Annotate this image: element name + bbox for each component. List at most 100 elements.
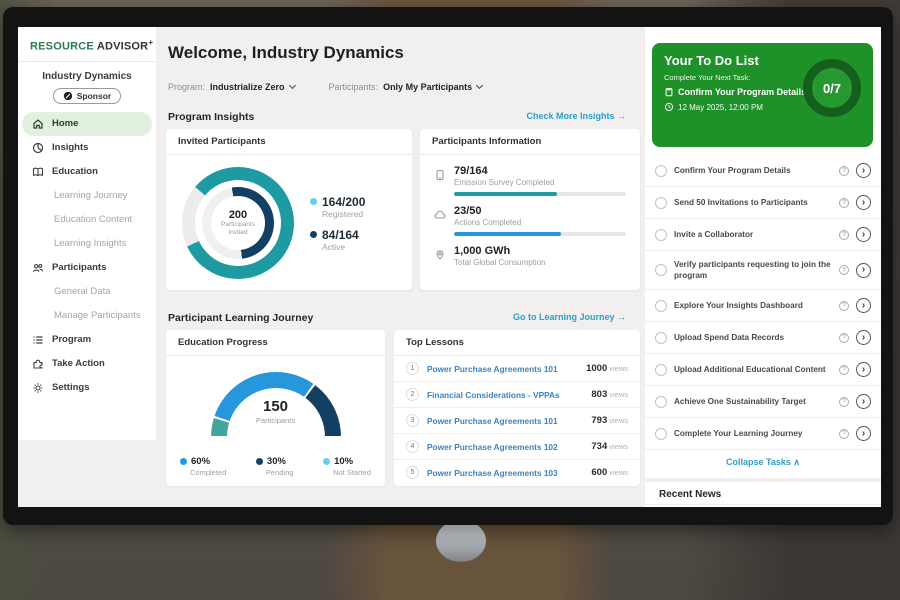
invited-chart-body: 200 Participants Invited 164/200 Registe… (166, 155, 412, 289)
task-row[interactable]: Confirm Your Program Details ? › (645, 155, 881, 187)
sidebar-item-learning-insights[interactable]: Learning Insights (18, 232, 156, 256)
views-suffix: views (609, 390, 628, 399)
task-label: Invite a Collaborator (674, 229, 832, 240)
task-checkbox[interactable] (655, 264, 667, 276)
program-dropdown-label: Program: (168, 82, 205, 92)
sidebar-item-insights[interactable]: Insights (18, 136, 156, 160)
views-suffix: views (609, 468, 628, 477)
task-label: Complete Your Learning Journey (674, 428, 832, 439)
task-checkbox[interactable] (655, 428, 667, 440)
task-row[interactable]: Upload Additional Educational Content ? … (645, 354, 881, 386)
chevron-right-icon[interactable]: › (856, 263, 871, 278)
sponsor-badge[interactable]: Sponsor (53, 88, 121, 104)
collapse-tasks-link[interactable]: Collapse Tasks ∧ (645, 450, 881, 477)
sidebar-item-general-data[interactable]: General Data (18, 280, 156, 304)
logo-plus: + (148, 38, 153, 47)
education-progress-card: Education Progress 150 Participants 60% … (166, 330, 385, 486)
arrow-right-icon: → (617, 111, 626, 121)
lesson-rank: 5 (406, 466, 419, 479)
lesson-link[interactable]: Financial Considerations - VPPAs (427, 390, 583, 400)
task-row[interactable]: Upload Spend Data Records ? › (645, 322, 881, 354)
dashboard-screen: RESOURCE ADVISOR+ Industry Dynamics Spon… (18, 27, 881, 507)
task-row[interactable]: Verify participants requesting to join t… (645, 251, 881, 290)
sidebar-item-label: Education (52, 166, 98, 177)
sidebar-item-education-content[interactable]: Education Content (18, 208, 156, 232)
app-logo: RESOURCE ADVISOR+ (18, 27, 156, 62)
sidebar-item-label: Manage Participants (54, 310, 141, 321)
chevron-right-icon[interactable]: › (856, 227, 871, 242)
sidebar-item-participants[interactable]: Participants (18, 256, 156, 280)
task-checkbox[interactable] (655, 165, 667, 177)
check-more-insights-link[interactable]: Check More Insights → (526, 111, 626, 121)
info-icon[interactable]: ? (839, 429, 849, 439)
lesson-link[interactable]: Power Purchase Agreements 101 (427, 364, 578, 374)
logo-resource: RESOURCE (30, 41, 94, 53)
card-title: Top Lessons (394, 330, 640, 356)
program-icon (32, 334, 44, 346)
chevron-right-icon[interactable]: › (856, 298, 871, 313)
todo-next-task-label: Confirm Your Program Details (678, 87, 806, 97)
info-icon[interactable]: ? (839, 166, 849, 176)
lesson-rank: 1 (406, 362, 419, 375)
task-row[interactable]: Explore Your Insights Dashboard ? › (645, 290, 881, 322)
task-row[interactable]: Invite a Collaborator ? › (645, 219, 881, 251)
task-row[interactable]: Achieve One Sustainability Target ? › (645, 386, 881, 418)
sidebar-item-home[interactable]: Home (22, 112, 152, 136)
task-row[interactable]: Complete Your Learning Journey ? › (645, 418, 881, 450)
lesson-link[interactable]: Power Purchase Agreements 102 (427, 442, 583, 452)
participants-info-body: 79/164 Emission Survey Completed 23/50 A… (420, 155, 640, 286)
chevron-right-icon[interactable]: › (856, 362, 871, 377)
lesson-views: 600 (591, 467, 607, 478)
task-checkbox[interactable] (655, 364, 667, 376)
sidebar-item-label: Program (52, 334, 91, 345)
lesson-views: 803 (591, 389, 607, 400)
task-checkbox[interactable] (655, 197, 667, 209)
card-title: Invited Participants (166, 129, 412, 155)
participants-dropdown[interactable]: Participants: Only My Participants (329, 82, 483, 92)
program-dropdown[interactable]: Program: Industrialize Zero (168, 82, 295, 92)
active-label: Active (322, 242, 365, 252)
chevron-right-icon[interactable]: › (856, 163, 871, 178)
sidebar-nav: Home Insights Education Learning Journey… (18, 112, 156, 400)
chevron-right-icon[interactable]: › (856, 195, 871, 210)
participants-icon (32, 262, 44, 274)
info-icon[interactable]: ? (839, 397, 849, 407)
info-icon[interactable]: ? (839, 265, 849, 275)
info-icon[interactable]: ? (839, 230, 849, 240)
gauge-total: 150 (211, 398, 341, 415)
todo-progress-value: 0/7 (823, 81, 841, 96)
info-icon[interactable]: ? (839, 333, 849, 343)
lesson-link[interactable]: Power Purchase Agreements 103 (427, 468, 583, 478)
page-title: Welcome, Industry Dynamics (168, 43, 404, 63)
program-insights-title: Program Insights (168, 111, 254, 123)
lesson-link[interactable]: Power Purchase Agreements 101 (427, 416, 583, 426)
info-icon[interactable]: ? (839, 301, 849, 311)
sidebar-item-program[interactable]: Program (18, 328, 156, 352)
chevron-right-icon[interactable]: › (856, 394, 871, 409)
lesson-row: 1 Power Purchase Agreements 101 1000view… (394, 356, 640, 382)
sidebar-item-education[interactable]: Education (18, 160, 156, 184)
arrow-right-icon: → (617, 312, 626, 322)
task-checkbox[interactable] (655, 229, 667, 241)
task-row[interactable]: Send 50 Invitations to Participants ? › (645, 187, 881, 219)
sidebar-item-settings[interactable]: Settings (18, 376, 156, 400)
go-to-learning-journey-link[interactable]: Go to Learning Journey → (513, 312, 626, 322)
lesson-row: 5 Power Purchase Agreements 103 600views (394, 460, 640, 485)
info-icon[interactable]: ? (839, 198, 849, 208)
sidebar-item-manage-participants[interactable]: Manage Participants (18, 304, 156, 328)
todo-task-list: Confirm Your Program Details ? › Send 50… (645, 155, 881, 450)
chevron-right-icon[interactable]: › (856, 330, 871, 345)
task-checkbox[interactable] (655, 300, 667, 312)
legend-registered: 164/200 Registered (310, 195, 365, 219)
task-checkbox[interactable] (655, 396, 667, 408)
info-icon[interactable]: ? (839, 365, 849, 375)
gauge-legend: 60% Completed 30% Pending 10% Not Starte… (166, 442, 385, 477)
sidebar-item-take-action[interactable]: Take Action (18, 352, 156, 376)
active-value: 84/164 (322, 228, 359, 242)
chevron-right-icon[interactable]: › (856, 426, 871, 441)
pending-label: Pending (266, 468, 294, 477)
sidebar-item-learning-journey[interactable]: Learning Journey (18, 184, 156, 208)
sidebar-item-label: Take Action (52, 358, 105, 369)
donut-center: 200 Participants Invited (212, 197, 264, 249)
task-checkbox[interactable] (655, 332, 667, 344)
